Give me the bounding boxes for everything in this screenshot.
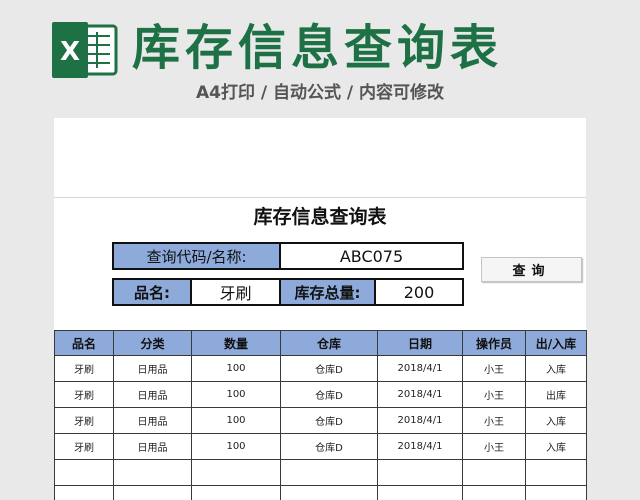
- table-cell[interactable]: 2018/4/1: [377, 407, 463, 434]
- table-cell[interactable]: [191, 485, 281, 500]
- table-cell[interactable]: 日用品: [113, 433, 192, 460]
- table-cell[interactable]: [113, 485, 192, 500]
- column-header-name: 品名: [54, 330, 114, 356]
- table-cell[interactable]: 牙刷: [54, 433, 114, 460]
- query-code-input[interactable]: ABC075: [281, 244, 462, 268]
- table-cell[interactable]: [377, 485, 463, 500]
- table-row: 牙刷 日用品 100 仓库D 2018/4/1 小王 入库: [54, 407, 587, 434]
- column-header-operator: 操作员: [462, 330, 526, 356]
- table-header-row: 品名 分类 数量 仓库 日期 操作员 出/入库: [54, 330, 587, 356]
- table-cell[interactable]: [462, 459, 526, 486]
- table-cell[interactable]: 2018/4/1: [377, 433, 463, 460]
- table-cell[interactable]: 入库: [525, 407, 587, 434]
- table-cell[interactable]: 仓库D: [280, 381, 378, 408]
- table-cell[interactable]: [525, 459, 587, 486]
- table-cell[interactable]: 牙刷: [54, 381, 114, 408]
- table-cell[interactable]: 小王: [462, 433, 526, 460]
- table-cell[interactable]: [54, 459, 114, 486]
- excel-icon: X: [52, 22, 118, 78]
- column-header-warehouse: 仓库: [280, 330, 378, 356]
- column-header-quantity: 数量: [191, 330, 281, 356]
- table-cell[interactable]: [280, 485, 378, 500]
- query-code-row: 查询代码/名称: ABC075: [112, 242, 464, 270]
- table-cell[interactable]: 牙刷: [54, 355, 114, 382]
- name-label: 品名:: [114, 280, 192, 304]
- table-cell[interactable]: [113, 459, 192, 486]
- svg-text:X: X: [60, 37, 80, 67]
- table-cell[interactable]: 小王: [462, 355, 526, 382]
- query-code-label: 查询代码/名称:: [114, 244, 281, 268]
- table-cell[interactable]: 牙刷: [54, 407, 114, 434]
- column-header-category: 分类: [113, 330, 192, 356]
- table-cell[interactable]: 日用品: [113, 407, 192, 434]
- table-cell[interactable]: 100: [191, 433, 281, 460]
- column-header-in-out: 出/入库: [525, 330, 587, 356]
- table-row: 牙刷 日用品 100 仓库D 2018/4/1 小王 入库: [54, 433, 587, 460]
- table-cell[interactable]: 100: [191, 381, 281, 408]
- table-cell[interactable]: 日用品: [113, 355, 192, 382]
- name-value: 牙刷: [192, 280, 281, 304]
- column-header-date: 日期: [377, 330, 463, 356]
- banner: X 库存信息查询表 A4打印 / 自动公式 / 内容可修改: [0, 0, 640, 112]
- banner-subtitle: A4打印 / 自动公式 / 内容可修改: [195, 83, 445, 103]
- table-cell[interactable]: 仓库D: [280, 407, 378, 434]
- query-button[interactable]: 查询: [481, 257, 582, 282]
- table-cell[interactable]: 100: [191, 355, 281, 382]
- banner-title: 库存信息查询表: [132, 20, 504, 76]
- table-cell[interactable]: 2018/4/1: [377, 381, 463, 408]
- table-cell[interactable]: 入库: [525, 355, 587, 382]
- table-cell[interactable]: [191, 459, 281, 486]
- inventory-table: 品名 分类 数量 仓库 日期 操作员 出/入库 牙刷 日用品 100 仓库D 2…: [54, 330, 587, 500]
- table-row: [54, 459, 587, 486]
- table-cell[interactable]: 入库: [525, 433, 587, 460]
- summary-row: 品名: 牙刷 库存总量: 200: [112, 278, 464, 306]
- table-cell[interactable]: [377, 459, 463, 486]
- table-cell[interactable]: 2018/4/1: [377, 355, 463, 382]
- report-title: 库存信息查询表: [253, 206, 387, 228]
- table-cell[interactable]: 出库: [525, 381, 587, 408]
- table-cell[interactable]: 小王: [462, 407, 526, 434]
- table-row: 牙刷 日用品 100 仓库D 2018/4/1 小王 入库: [54, 355, 587, 382]
- table-cell[interactable]: 100: [191, 407, 281, 434]
- sheet-header-area: [54, 118, 586, 198]
- table-cell[interactable]: [462, 485, 526, 500]
- table-cell[interactable]: 小王: [462, 381, 526, 408]
- table-row: [54, 485, 587, 500]
- table-cell[interactable]: 仓库D: [280, 355, 378, 382]
- table-cell[interactable]: 日用品: [113, 381, 192, 408]
- spreadsheet-page: 库存信息查询表 查询代码/名称: ABC075 品名: 牙刷 库存总量: 200…: [54, 118, 587, 500]
- table-cell[interactable]: [280, 459, 378, 486]
- table-cell[interactable]: [525, 485, 587, 500]
- table-cell[interactable]: 仓库D: [280, 433, 378, 460]
- table-cell[interactable]: [54, 485, 114, 500]
- table-row: 牙刷 日用品 100 仓库D 2018/4/1 小王 出库: [54, 381, 587, 408]
- total-label: 库存总量:: [281, 280, 376, 304]
- total-value: 200: [376, 280, 462, 304]
